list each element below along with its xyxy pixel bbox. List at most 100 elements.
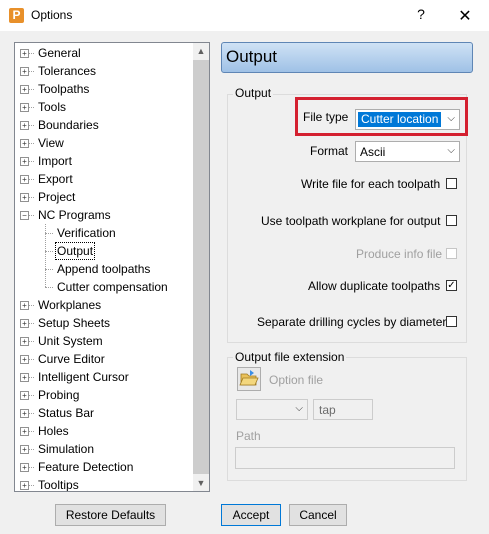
expand-icon[interactable]: + (20, 49, 29, 58)
format-select[interactable]: Ascii ⌵ (355, 141, 460, 162)
tree-connector (29, 341, 34, 342)
use-workplane-checkbox[interactable] (446, 215, 457, 226)
accept-button[interactable]: Accept (221, 504, 281, 526)
tree-connector (45, 233, 53, 234)
tree-item[interactable]: + Tools (15, 98, 193, 116)
restore-defaults-button[interactable]: Restore Defaults (55, 504, 166, 526)
tree-item[interactable]: Cutter compensation (15, 278, 193, 296)
tree-item-label: Unit System (38, 334, 103, 348)
tree-item[interactable]: Verification (15, 224, 193, 242)
tree-item[interactable]: + Unit System (15, 332, 193, 350)
tree-item[interactable]: − NC Programs (15, 206, 193, 224)
tree-item-label: Export (38, 172, 73, 186)
scroll-up-arrow[interactable]: ▲ (193, 43, 209, 59)
tree-item[interactable]: + Simulation (15, 440, 193, 458)
tree-item[interactable]: + Tooltips (15, 476, 193, 491)
collapse-icon[interactable]: − (20, 211, 29, 220)
tree-item[interactable]: + Tolerances (15, 62, 193, 80)
expand-icon[interactable]: + (20, 85, 29, 94)
close-button[interactable]: ✕ (457, 6, 473, 25)
write-file-label: Write file for each toolpath (301, 177, 441, 191)
expand-icon[interactable]: + (20, 373, 29, 382)
tree-item[interactable]: + Setup Sheets (15, 314, 193, 332)
chevron-down-icon: ⌵ (295, 403, 303, 414)
expand-icon[interactable]: + (20, 319, 29, 328)
extension-input[interactable]: tap (313, 399, 373, 420)
produce-info-checkbox[interactable] (446, 248, 457, 259)
tree-connector (29, 413, 34, 414)
tree-item-label: Verification (57, 226, 116, 240)
expand-icon[interactable]: + (20, 157, 29, 166)
tree-item[interactable]: + Feature Detection (15, 458, 193, 476)
option-file-label: Option file (269, 373, 324, 387)
scroll-thumb[interactable] (193, 60, 209, 474)
folder-open-icon (239, 370, 259, 386)
tree-item-label: Curve Editor (38, 352, 105, 366)
tree-item[interactable]: + General (15, 44, 193, 62)
tree-connector (29, 53, 34, 54)
tree-connector (29, 125, 34, 126)
tree-item-label: Cutter compensation (57, 280, 168, 294)
use-workplane-label: Use toolpath workplane for output (261, 214, 441, 228)
scroll-down-arrow[interactable]: ▼ (193, 475, 209, 491)
tree-item[interactable]: Output (15, 242, 193, 260)
expand-icon[interactable]: + (20, 445, 29, 454)
tree-item[interactable]: + Workplanes (15, 296, 193, 314)
expand-icon[interactable]: + (20, 193, 29, 202)
options-tree[interactable]: + General + Tolerances + Toolpaths + Tools + Boun… (14, 42, 210, 492)
separate-drilling-checkbox[interactable] (446, 316, 457, 327)
expand-icon[interactable]: + (20, 337, 29, 346)
format-label: Format (310, 144, 349, 158)
option-file-button[interactable] (237, 367, 261, 391)
tree-item-label: Setup Sheets (38, 316, 111, 330)
tree-item[interactable]: + Toolpaths (15, 80, 193, 98)
tree-item[interactable]: Append toolpaths (15, 260, 193, 278)
tree-connector (45, 269, 53, 270)
tree-item[interactable]: + Export (15, 170, 193, 188)
expand-icon[interactable]: + (20, 391, 29, 400)
tree-item-label: Boundaries (38, 118, 99, 132)
tree-connector (45, 251, 53, 252)
format-value: Ascii (360, 145, 386, 159)
tree-item[interactable]: + Import (15, 152, 193, 170)
expand-icon[interactable]: + (20, 409, 29, 418)
expand-icon[interactable]: + (20, 175, 29, 184)
expand-icon[interactable]: + (20, 481, 29, 490)
tree-item-label: View (38, 136, 64, 150)
tree-item[interactable]: + Holes (15, 422, 193, 440)
expand-icon[interactable]: + (20, 301, 29, 310)
tree-item[interactable]: + View (15, 134, 193, 152)
expand-icon[interactable]: + (20, 427, 29, 436)
expand-icon[interactable]: + (20, 121, 29, 130)
tree-item[interactable]: + Curve Editor (15, 350, 193, 368)
allow-duplicate-checkbox[interactable]: ✓ (446, 280, 457, 291)
tree-connector (45, 287, 53, 288)
path-input[interactable] (235, 447, 455, 469)
expand-icon[interactable]: + (20, 67, 29, 76)
tree-connector (29, 197, 34, 198)
tree-item-label: Import (38, 154, 73, 168)
extension-select[interactable]: ⌵ (236, 399, 308, 420)
tree-item[interactable]: + Intelligent Cursor (15, 368, 193, 386)
tree-item-label: Append toolpaths (57, 262, 151, 276)
tree-item-label: Output (54, 242, 96, 260)
tree-item-label: NC Programs (38, 208, 111, 222)
tree-connector (29, 89, 34, 90)
expand-icon[interactable]: + (20, 139, 29, 148)
tree-item[interactable]: + Project (15, 188, 193, 206)
tree-item[interactable]: + Probing (15, 386, 193, 404)
help-button[interactable]: ? (413, 6, 429, 24)
allow-duplicate-label: Allow duplicate toolpaths (308, 279, 441, 293)
tree-connector (29, 467, 34, 468)
tree-connector (29, 107, 34, 108)
write-file-checkbox[interactable] (446, 178, 457, 189)
tree-item-label: Tolerances (38, 64, 97, 78)
expand-icon[interactable]: + (20, 355, 29, 364)
tree-item[interactable]: + Boundaries (15, 116, 193, 134)
tree-connector (29, 71, 34, 72)
expand-icon[interactable]: + (20, 103, 29, 112)
tree-item[interactable]: + Status Bar (15, 404, 193, 422)
tree-connector (29, 179, 34, 180)
expand-icon[interactable]: + (20, 463, 29, 472)
cancel-button[interactable]: Cancel (289, 504, 347, 526)
